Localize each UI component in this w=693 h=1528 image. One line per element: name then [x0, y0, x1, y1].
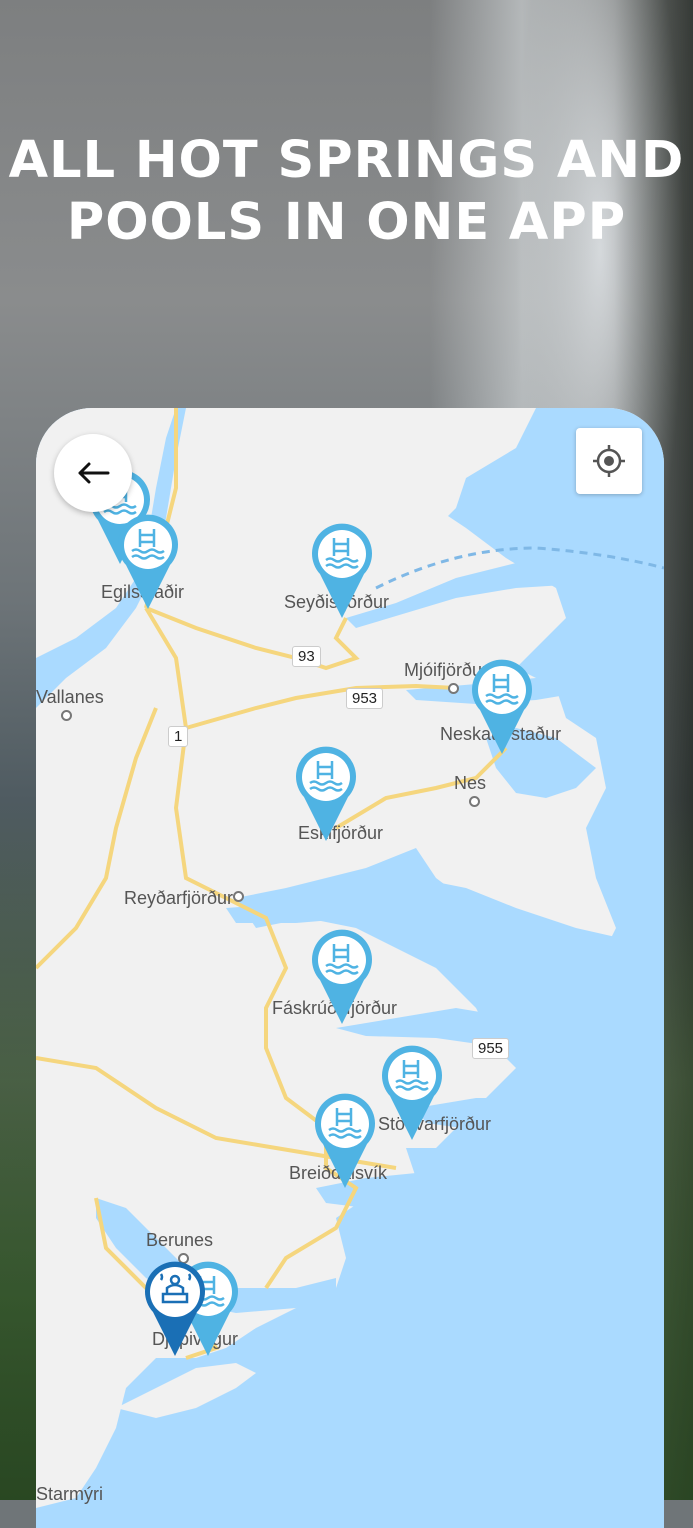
place-dot [61, 710, 72, 721]
headline-line-1: ALL HOT SPRINGS AND [8, 131, 685, 190]
map-screen[interactable]: Egilsstaðir Seyðisfjörður Vallanes Mjóif… [36, 408, 664, 1528]
place-starmyri[interactable]: Starmýri [36, 1484, 103, 1505]
place-dot [448, 683, 459, 694]
place-vallanes[interactable]: Vallanes [36, 687, 104, 708]
headline-line-2: POOLS IN ONE APP [66, 193, 627, 252]
pool-pin[interactable] [470, 658, 534, 756]
place-dot [233, 891, 244, 902]
place-dot [469, 796, 480, 807]
pool-pin[interactable] [313, 1092, 377, 1190]
back-button[interactable] [54, 434, 132, 512]
place-nes[interactable]: Nes [454, 773, 486, 794]
place-reydarfjordur[interactable]: Reyðarfjörður [124, 888, 233, 909]
road-shield-1: 1 [168, 726, 189, 747]
hot-spring-pin[interactable] [143, 1260, 207, 1358]
headline: ALL HOT SPRINGS AND POOLS IN ONE APP [0, 130, 693, 254]
road-shield-953: 953 [346, 688, 384, 709]
arrow-left-icon [78, 462, 110, 484]
pool-pin[interactable] [380, 1044, 444, 1142]
pool-pin[interactable] [116, 513, 180, 611]
place-berunes[interactable]: Berunes [146, 1230, 213, 1251]
pool-pin[interactable] [294, 745, 358, 843]
road-shield-955: 955 [472, 1038, 510, 1059]
road-shield-93: 93 [292, 646, 321, 667]
pool-pin[interactable] [310, 522, 374, 620]
locate-me-button[interactable] [576, 428, 642, 494]
pool-pin[interactable] [310, 928, 374, 1026]
crosshair-locate-icon [593, 445, 625, 477]
